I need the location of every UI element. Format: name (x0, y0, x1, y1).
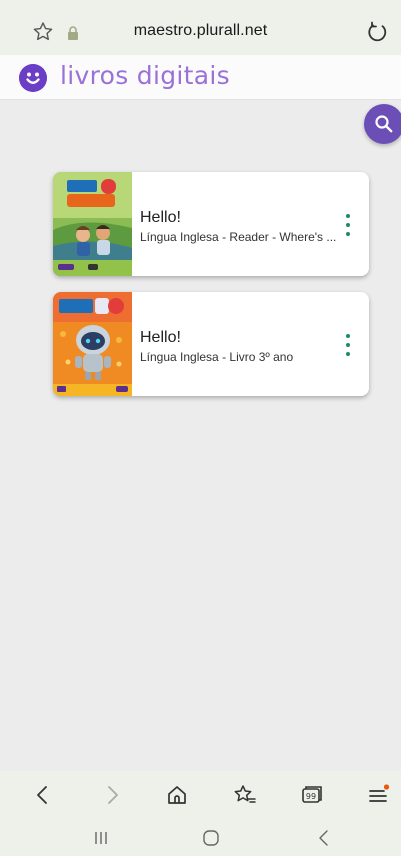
book-card[interactable]: Hello! Língua Inglesa - Reader - Where's… (53, 172, 369, 276)
book-cover-image[interactable] (53, 292, 132, 396)
tabs-icon: 99 (302, 786, 322, 803)
home-icon (168, 786, 186, 804)
hamburger-menu-icon (369, 784, 390, 802)
bookmarks-button[interactable] (231, 781, 259, 809)
url-text[interactable]: maestro.plurall.net (0, 22, 401, 40)
svg-text:99: 99 (306, 792, 316, 801)
book-cover-image[interactable] (53, 172, 132, 276)
smile-logo-icon (19, 64, 47, 92)
reload-icon[interactable] (366, 20, 390, 44)
bookmarks-star-icon (234, 785, 256, 803)
browser-address-bar: maestro.plurall.net (0, 0, 401, 55)
more-options-icon[interactable] (340, 214, 356, 236)
book-title: Hello! (140, 209, 181, 226)
chevron-left-icon (37, 786, 47, 804)
menu-button[interactable] (364, 781, 392, 809)
site-header: livros digitais (0, 55, 401, 100)
forward-button[interactable] (98, 781, 126, 809)
chevron-right-icon (108, 786, 118, 804)
system-navigation-bar (0, 819, 401, 856)
home-button[interactable] (163, 781, 191, 809)
search-button[interactable] (364, 104, 401, 144)
recent-apps-icon (95, 832, 107, 844)
book-subtitle: Língua Inglesa - Reader - Where's ... (140, 230, 337, 244)
book-subtitle: Língua Inglesa - Livro 3º ano (140, 350, 294, 364)
system-back-button[interactable] (312, 827, 336, 849)
book-card[interactable]: Hello! Língua Inglesa - Livro 3º ano (53, 292, 369, 396)
system-home-button[interactable] (199, 827, 223, 849)
browser-toolbar: 99 (0, 771, 401, 819)
more-options-icon[interactable] (340, 334, 356, 356)
search-icon (375, 115, 393, 133)
recent-apps-button[interactable] (89, 827, 113, 849)
brand-title: livros digitais (60, 61, 230, 90)
back-button[interactable] (29, 781, 57, 809)
tabs-button[interactable]: 99 (298, 781, 326, 809)
book-title: Hello! (140, 329, 181, 346)
system-home-icon (203, 830, 219, 846)
system-back-icon (319, 830, 328, 846)
